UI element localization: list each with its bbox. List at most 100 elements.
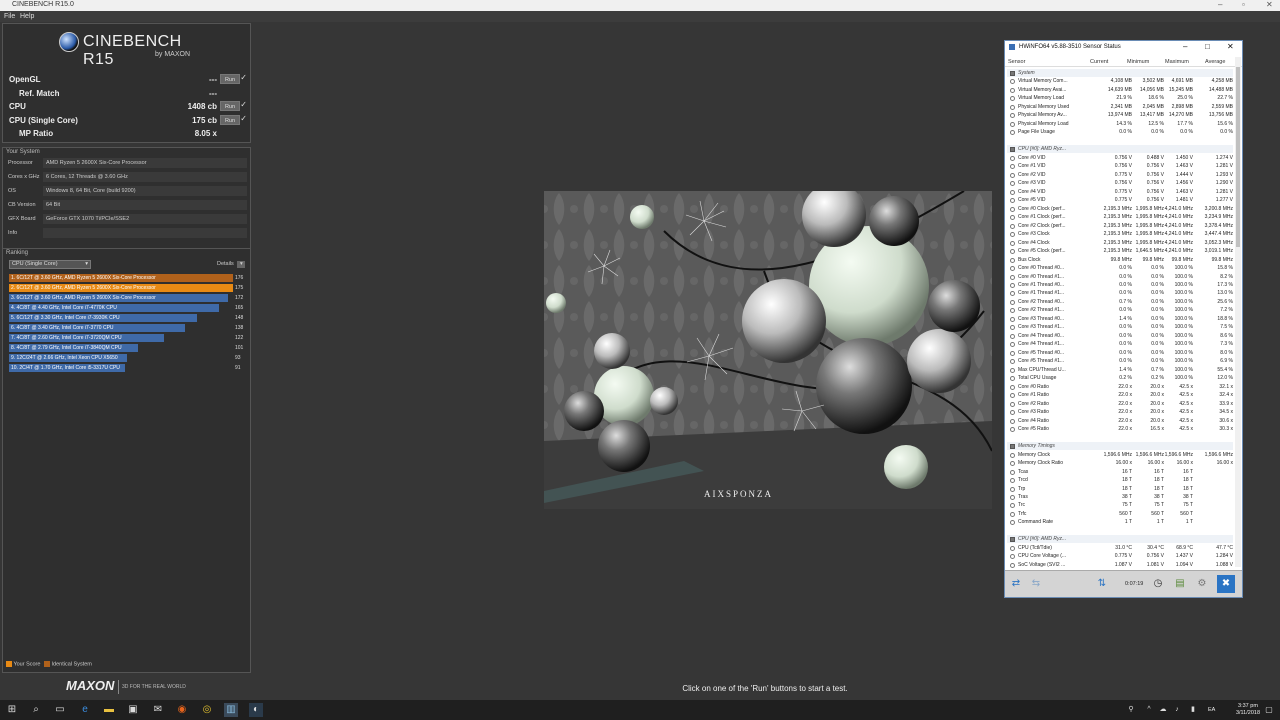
clock-icon[interactable]: ◷ (1149, 575, 1167, 593)
power-icon[interactable]: ▮ (1186, 703, 1200, 717)
sensor-group-header[interactable]: CPU [#0]: AMD Ryz... (1007, 145, 1233, 154)
firefox-icon[interactable]: ◉ (175, 703, 189, 717)
hwinfo-scrollbar[interactable] (1235, 57, 1241, 567)
sensor-row[interactable]: Core #0 Thread #1... 0.0 % 0.0 % 100.0 % 8.2… (1007, 273, 1233, 281)
ranking-details-button[interactable]: Details ▾ (217, 261, 246, 268)
ranking-bar[interactable]: 8. 4C/8T @ 2.79 GHz, Intel Core i7-3840Q… (9, 344, 138, 352)
sensor-row[interactable]: Core #2 VID 0.775 V 0.756 V 1.444 V 1.293 V (1007, 171, 1233, 179)
sensor-row[interactable]: Core #0 Ratio 22.0 x 20.0 x 42.5 x 32.1 x (1007, 383, 1233, 391)
sensor-row[interactable]: Core #1 Thread #1... 0.0 % 0.0 % 100.0 % 13.… (1007, 289, 1233, 297)
volume-icon[interactable]: ♪ (1170, 703, 1184, 717)
sensor-row[interactable]: Tras 38 T 38 T 38 T (1007, 493, 1233, 501)
maximize-button[interactable]: ▫ (1242, 0, 1245, 9)
menu-file[interactable]: File (4, 13, 15, 20)
sensor-row[interactable]: Core #5 Thread #1... 0.0 % 0.0 % 100.0 % 6.9… (1007, 357, 1233, 365)
edge-icon[interactable]: e (78, 703, 92, 717)
ranking-bar[interactable]: 7. 4C/8T @ 2.60 GHz, Intel Core i7-3720Q… (9, 334, 165, 342)
ranking-bar[interactable]: 3. 6C/12T @ 3.60 GHz, AMD Ryzen 5 2600X … (9, 294, 228, 302)
ranking-bar[interactable]: 6. 4C/8T @ 3.40 GHz, Intel Core i7-3770 … (9, 324, 185, 332)
col-maximum[interactable]: Maximum (1165, 59, 1189, 65)
sensor-row[interactable]: Total CPU Usage 0.2 % 0.2 % 100.0 % 12.0 % (1007, 374, 1233, 382)
sensor-row[interactable]: Core #1 VID 0.756 V 0.756 V 1.463 V 1.281 V (1007, 162, 1233, 170)
sensor-row[interactable]: Physical Memory Av... 13,974 MB 13,417 MB 1… (1007, 111, 1233, 119)
network-icon[interactable]: ☁ (1156, 703, 1170, 717)
sensor-row[interactable]: Core #1 Clock (perf... 2,195.3 MHz 1,995.8… (1007, 213, 1233, 221)
nav-collapse-icon[interactable]: ⇆ (1027, 575, 1045, 593)
sensor-row[interactable]: Core #5 Thread #0... 0.0 % 0.0 % 100.0 % 8.0… (1007, 349, 1233, 357)
sensor-row[interactable]: Core #2 Ratio 22.0 x 20.0 x 42.5 x 33.9 x (1007, 400, 1233, 408)
sensor-row[interactable]: Virtual Memory Avai... 14,639 MB 14,056 MB… (1007, 86, 1233, 94)
sensor-row[interactable]: Core #4 VID 0.775 V 0.756 V 1.463 V 1.281 V (1007, 188, 1233, 196)
sensor-row[interactable]: Core #1 Ratio 22.0 x 20.0 x 42.5 x 32.4 x (1007, 391, 1233, 399)
sensor-row[interactable]: Core #3 Thread #0... 1.4 % 0.0 % 100.0 % 18.… (1007, 315, 1233, 323)
sensor-row[interactable]: Physical Memory Load 14.3 % 12.5 % 17.7 % 15… (1007, 120, 1233, 128)
sensor-row[interactable]: Max CPU/Thread U... 1.4 % 0.7 % 100.0 % 55.4… (1007, 366, 1233, 374)
log-icon[interactable]: ▤ (1171, 575, 1189, 593)
system-value[interactable] (43, 228, 247, 238)
sensor-row[interactable]: Core #5 Ratio 22.0 x 16.5 x 42.5 x 30.3 x (1007, 425, 1233, 433)
sensor-row[interactable]: Core #2 Thread #1... 0.0 % 0.0 % 100.0 % 7.2… (1007, 306, 1233, 314)
sensor-row[interactable]: CPU Core Voltage (... 0.775 V 0.756 V 1.437… (1007, 552, 1233, 560)
sensor-row[interactable]: Physical Memory Used 2,341 MB 2,045 MB 2,89… (1007, 103, 1233, 111)
checkmark-icon[interactable]: ✓ (240, 100, 247, 109)
sensor-row[interactable]: Core #4 Clock 2,195.3 MHz 1,995.8 MHz 4,241… (1007, 239, 1233, 247)
col-current[interactable]: Current (1090, 59, 1108, 65)
col-sensor[interactable]: Sensor (1008, 59, 1025, 65)
sensor-row[interactable]: Core #5 Clock (perf... 2,195.3 MHz 1,646.5… (1007, 247, 1233, 255)
ranking-bar[interactable]: 9. 12C/24T @ 2.66 GHz, Intel Xeon CPU X5… (9, 354, 128, 362)
sensor-row[interactable]: Command Rate 1 T 1 T 1 T (1007, 518, 1233, 526)
sensor-row[interactable]: Trc 75 T 75 T 75 T (1007, 501, 1233, 509)
col-minimum[interactable]: Minimum (1127, 59, 1149, 65)
mail-icon[interactable]: ✉ (151, 703, 165, 717)
start-icon[interactable]: ⊞ (5, 703, 19, 717)
scrollbar-thumb[interactable] (1236, 67, 1240, 247)
sensor-row[interactable]: Core #2 Thread #0... 0.7 % 0.0 % 100.0 % 25.… (1007, 298, 1233, 306)
people-icon[interactable]: ⚲ (1124, 703, 1138, 717)
sensor-row[interactable]: Virtual Memory Com... 4,108 MB 3,502 MB 4,6… (1007, 77, 1233, 85)
reset-icon[interactable]: ⇅ (1093, 575, 1111, 593)
ranking-selector[interactable]: CPU (Single Core) ▾ (9, 260, 91, 269)
menu-help[interactable]: Help (20, 13, 34, 20)
settings-icon[interactable]: ⚙ (1193, 575, 1211, 593)
hwinfo-taskbar-icon[interactable]: ▥ (224, 703, 238, 717)
taskbar-clock[interactable]: 3:37 pm 3/11/2018 (1236, 703, 1260, 717)
sensor-row[interactable]: Core #4 Thread #1... 0.0 % 0.0 % 100.0 % 7.3… (1007, 340, 1233, 348)
col-average[interactable]: Average (1205, 59, 1225, 65)
ranking-bar[interactable]: 4. 4C/8T @ 4.40 GHz, Intel Core i7-4770K… (9, 304, 219, 312)
run-button[interactable]: Run (220, 101, 240, 111)
sensor-row[interactable]: Trp 18 T 18 T 18 T (1007, 485, 1233, 493)
sensor-row[interactable]: Memory Clock 1,596.6 MHz 1,596.6 MHz 1,596.… (1007, 451, 1233, 459)
sensor-row[interactable]: Tcas 16 T 16 T 16 T (1007, 468, 1233, 476)
ranking-bar[interactable]: 10. 2C/4T @ 1.70 GHz, Intel Core i5-3317… (9, 364, 125, 372)
sensor-row[interactable]: Core #3 VID 0.756 V 0.756 V 1.456 V 1.290 V (1007, 179, 1233, 187)
sensor-row[interactable]: Memory Clock Ratio 16.00 x 16.00 x 16.00 x 1… (1007, 459, 1233, 467)
sensor-row[interactable]: Bus Clock 99.8 MHz 99.8 MHz 99.8 MHz 99.8 MH… (1007, 256, 1233, 264)
sensor-row[interactable]: Core #0 VID 0.756 V 0.488 V 1.450 V 1.274 V (1007, 154, 1233, 162)
sensor-row[interactable]: CPU (Tctl/Tdie) 31.0 °C 30.4 °C 68.9 °C 47.7… (1007, 544, 1233, 552)
sensor-row[interactable]: Core #0 Thread #0... 0.0 % 0.0 % 100.0 % 15.… (1007, 264, 1233, 272)
sensor-row[interactable]: Core #3 Ratio 22.0 x 20.0 x 42.5 x 34.5 x (1007, 408, 1233, 416)
hwinfo-maximize-button[interactable]: □ (1205, 42, 1210, 51)
file-explorer-icon[interactable]: ▬ (102, 703, 116, 717)
sensor-row[interactable]: Core #0 Clock (perf... 2,195.3 MHz 1,995.8… (1007, 205, 1233, 213)
sensor-row[interactable]: Trfc 560 T 560 T 560 T (1007, 510, 1233, 518)
chrome-icon[interactable]: ◎ (200, 703, 214, 717)
sensor-row[interactable]: Core #3 Clock 2,195.3 MHz 1,995.8 MHz 4,241… (1007, 230, 1233, 238)
search-icon[interactable]: ⌕ (29, 703, 43, 717)
tray-chevron-icon[interactable]: ^ (1142, 703, 1156, 717)
sensor-group-header[interactable]: Memory Timings (1007, 442, 1233, 451)
cinebench-taskbar-icon[interactable]: ◐ (249, 703, 263, 717)
store-icon[interactable]: ▣ (126, 703, 140, 717)
nav-left-right-icon[interactable]: ⇄ (1007, 575, 1025, 593)
checkmark-icon[interactable]: ✓ (240, 73, 247, 82)
minimize-button[interactable]: – (1218, 0, 1222, 9)
hwinfo-minimize-button[interactable]: – (1183, 42, 1187, 51)
sensor-row[interactable]: Core #3 Thread #1... 0.0 % 0.0 % 100.0 % 7.5… (1007, 323, 1233, 331)
sensor-row[interactable]: SoC Voltage (SVI2 ... 1.087 V 1.081 V 1.094… (1007, 561, 1233, 569)
close-sensors-icon[interactable]: ✖ (1217, 575, 1235, 593)
ranking-bar[interactable]: 5. 6C/12T @ 3.30 GHz, Intel Core i7-3930… (9, 314, 198, 322)
sensor-row[interactable]: Trcd 18 T 18 T 18 T (1007, 476, 1233, 484)
ranking-bar[interactable]: 1. 6C/12T @ 3.60 GHz, AMD Ryzen 5 2600X … (9, 274, 233, 282)
sensor-group-header[interactable]: System (1007, 69, 1233, 77)
run-button[interactable]: Run (220, 114, 240, 125)
